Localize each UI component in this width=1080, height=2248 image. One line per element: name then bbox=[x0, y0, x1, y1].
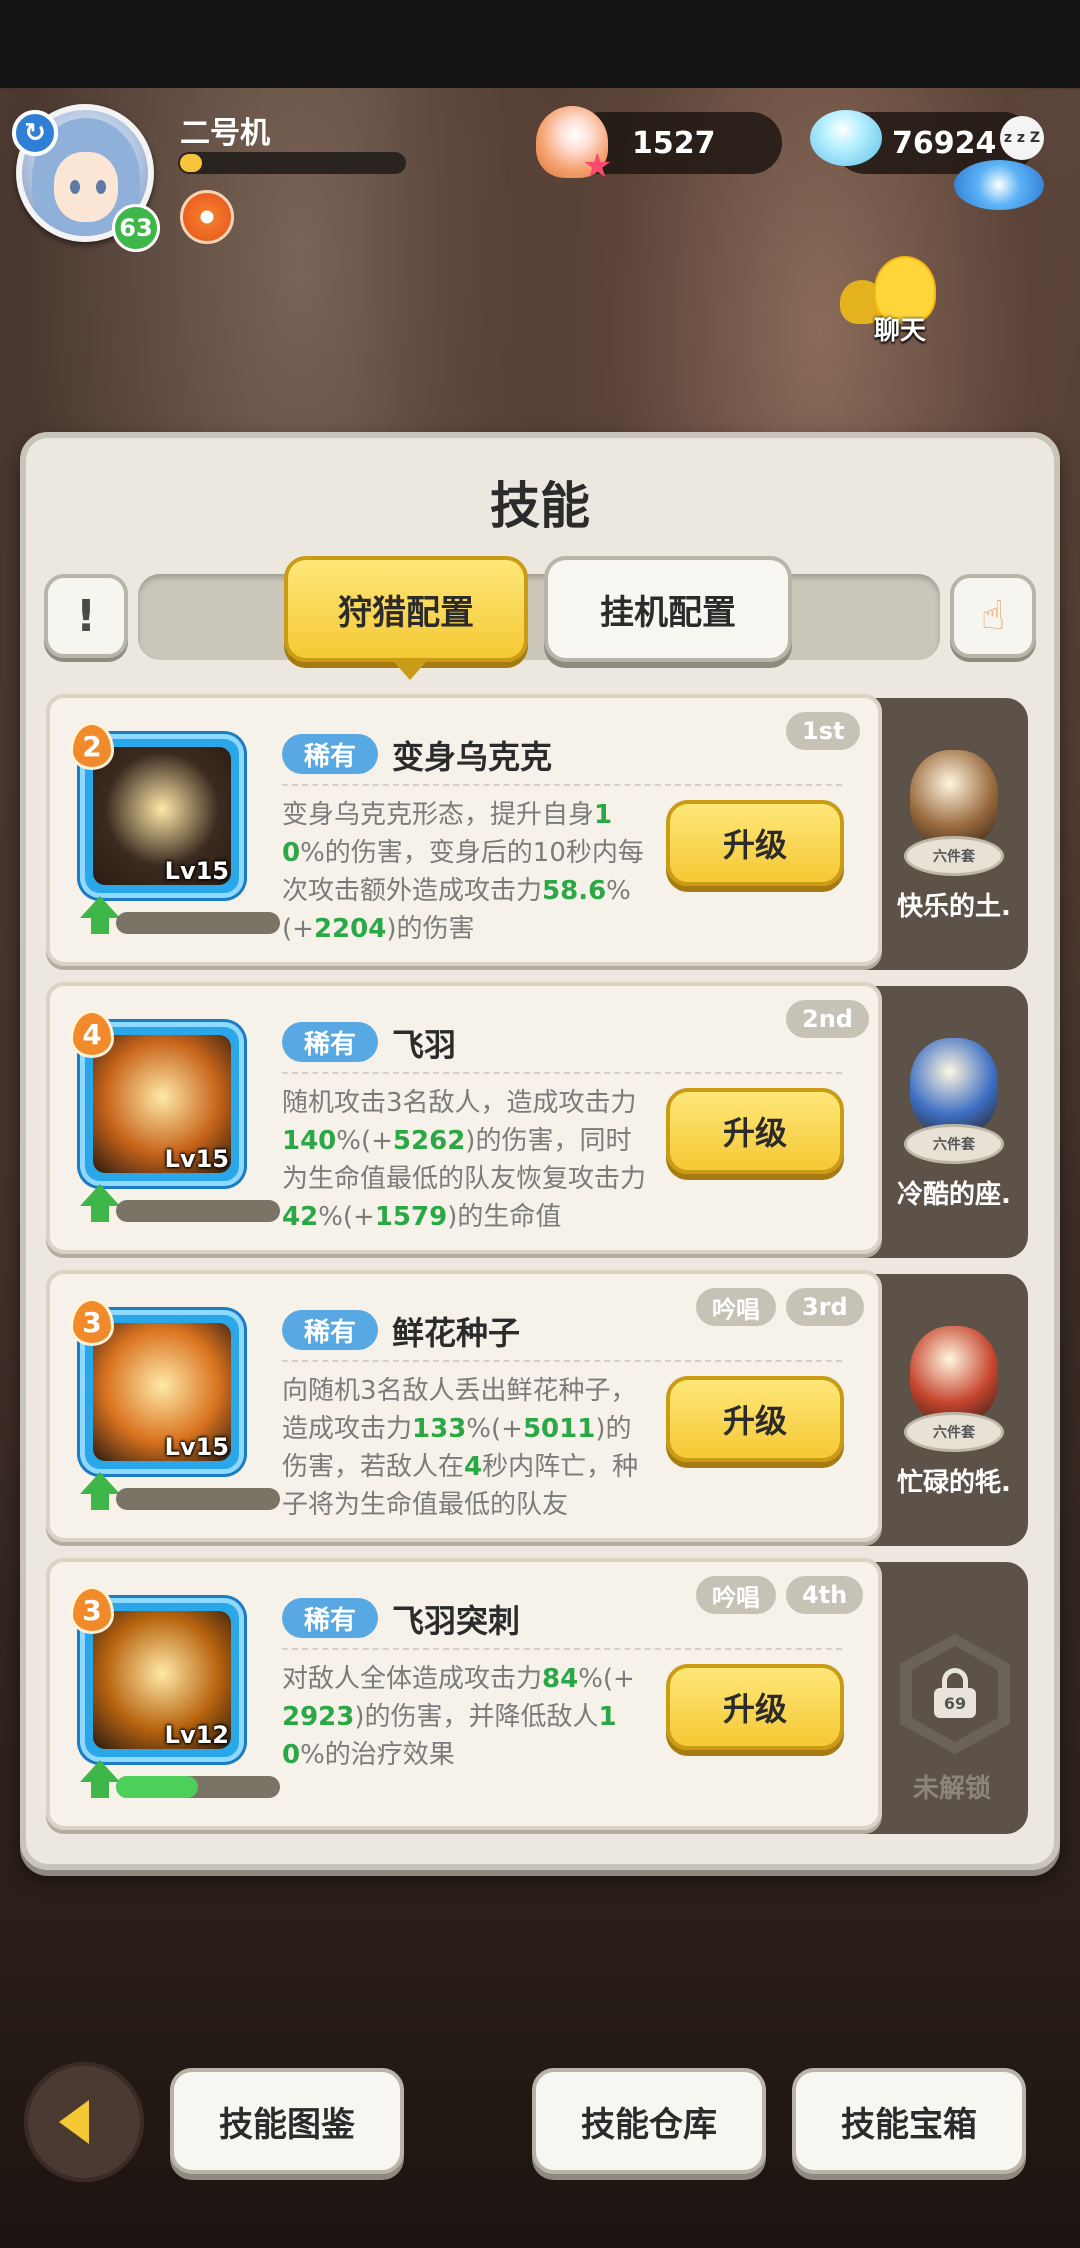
skill-progress-bar bbox=[116, 1776, 280, 1798]
pet-set-label: 六件套 bbox=[904, 836, 1004, 876]
skill-rank: 4th bbox=[786, 1576, 864, 1614]
skill-rank: 1st bbox=[786, 712, 861, 750]
upgrade-arrow-icon bbox=[80, 1184, 120, 1224]
skill-progress-bar bbox=[116, 1488, 280, 1510]
pet-creature bbox=[910, 1326, 998, 1422]
pet-set-label: 六件套 bbox=[904, 1412, 1004, 1452]
skill-slot-badge: 3 bbox=[70, 1586, 114, 1634]
tab-idle-config[interactable]: 挂机配置 bbox=[544, 556, 792, 662]
lock-level: 69 bbox=[934, 1688, 976, 1718]
upgrade-arrow-icon bbox=[80, 896, 120, 936]
skill-progress-bar bbox=[116, 1200, 280, 1222]
rarity-badge: 稀有 bbox=[282, 1598, 378, 1638]
idle-sleep-icon[interactable]: z z Z bbox=[954, 116, 1044, 216]
chat-label: 聊天 bbox=[873, 316, 926, 346]
skill-codex-button[interactable]: 技能图鉴 bbox=[170, 2068, 404, 2174]
title-badge-icon[interactable] bbox=[180, 190, 234, 244]
skill-description: 对敌人全体造成攻击力84%(+2923)的伤害，并降低敌人10%的治疗效果 bbox=[282, 1664, 635, 1770]
skill-slot-badge: 2 bbox=[70, 722, 114, 770]
refresh-icon[interactable]: ↻ bbox=[12, 110, 58, 156]
pet-name: 忙碌的牦. bbox=[897, 1468, 1011, 1498]
upgrade-arrow-icon bbox=[80, 1472, 120, 1512]
xp-bar bbox=[178, 152, 406, 174]
upgrade-arrow-icon bbox=[80, 1760, 120, 1800]
hand-pointer-icon[interactable]: ☝ bbox=[950, 574, 1036, 658]
skill-name: 飞羽突刺 bbox=[392, 1602, 521, 1640]
locked-label: 未解锁 bbox=[912, 1774, 991, 1804]
skill-storage-button[interactable]: 技能仓库 bbox=[532, 2068, 766, 2174]
skill-slot-badge: 4 bbox=[70, 1010, 114, 1058]
status-bar bbox=[0, 0, 1080, 88]
pet-name: 冷酷的座. bbox=[897, 1180, 1011, 1210]
pet-set-label: 六件套 bbox=[904, 1124, 1004, 1164]
skill-rank: 2nd bbox=[786, 1000, 869, 1038]
player-level-badge: 63 bbox=[112, 204, 160, 252]
skill-level: Lv15 bbox=[164, 1433, 229, 1461]
rarity-badge: 稀有 bbox=[282, 734, 378, 774]
locked-pet-slot[interactable]: 69 未解锁 bbox=[882, 1576, 1022, 1804]
skill-level: Lv15 bbox=[164, 1145, 229, 1173]
info-button[interactable]: ! bbox=[44, 574, 128, 658]
skill-level: Lv12 bbox=[164, 1721, 229, 1749]
pet-creature bbox=[910, 750, 998, 846]
upgrade-button[interactable]: 升级 bbox=[666, 1664, 844, 1750]
gem-icon bbox=[810, 110, 882, 166]
upgrade-button[interactable]: 升级 bbox=[666, 1088, 844, 1174]
skill-level: Lv15 bbox=[164, 857, 229, 885]
skill-card: Lv15 4 稀有 飞羽 2nd 随机攻击3名敌人，造成攻击力140%(+526… bbox=[46, 982, 882, 1254]
pet-slot-2[interactable]: 六件套 冷酷的座. bbox=[874, 1012, 1034, 1222]
tab-hunt-config[interactable]: 狩猎配置 bbox=[284, 556, 528, 680]
chant-tag: 吟唱 bbox=[696, 1576, 776, 1614]
lock-icon: 69 bbox=[934, 1668, 976, 1718]
skill-card: Lv15 2 稀有 变身乌克克 1st 变身乌克克形态，提升自身10%的伤害，变… bbox=[46, 694, 882, 966]
back-button[interactable] bbox=[24, 2062, 144, 2182]
tab-track bbox=[138, 574, 940, 660]
shell-amount: 1527 bbox=[632, 125, 716, 161]
skill-description: 随机攻击3名敌人，造成攻击力140%(+5262)的伤害，同时为生命值最低的队友… bbox=[282, 1088, 647, 1232]
pet-creature bbox=[910, 1038, 998, 1134]
skill-description: 变身乌克克形态，提升自身10%的伤害，变身后的10秒内每次攻击额外造成攻击力58… bbox=[282, 800, 644, 944]
pet-name: 快乐的土. bbox=[897, 892, 1011, 922]
skill-card: Lv15 3 稀有 鲜花种子 吟唱 3rd 向随机3名敌人丢出鲜花种子，造成攻击… bbox=[46, 1270, 882, 1542]
upgrade-button[interactable]: 升级 bbox=[666, 800, 844, 886]
player-name: 二号机 bbox=[180, 116, 270, 151]
xp-fill bbox=[180, 154, 203, 172]
rarity-badge: 稀有 bbox=[282, 1022, 378, 1062]
skill-slot-badge: 3 bbox=[70, 1298, 114, 1346]
starfish-icon: ★ bbox=[582, 146, 613, 186]
panel-title: 技能 bbox=[490, 477, 590, 535]
skill-card: Lv12 3 稀有 飞羽突刺 吟唱 4th 对敌人全体造成攻击力84%(+292… bbox=[46, 1558, 882, 1830]
upgrade-button[interactable]: 升级 bbox=[666, 1376, 844, 1462]
pet-slot-3[interactable]: 六件套 忙碌的牦. bbox=[874, 1300, 1034, 1510]
chat-button[interactable]: 聊天 bbox=[840, 256, 960, 346]
skill-description: 向随机3名敌人丢出鲜花种子，造成攻击力133%(+5011)的伤害，若敌人在4秒… bbox=[282, 1376, 639, 1520]
chant-tag: 吟唱 bbox=[696, 1288, 776, 1326]
skill-name: 鲜花种子 bbox=[392, 1314, 521, 1352]
skill-name: 变身乌克克 bbox=[392, 738, 553, 776]
rarity-badge: 稀有 bbox=[282, 1310, 378, 1350]
skill-rank: 3rd bbox=[786, 1288, 864, 1326]
skill-chest-button[interactable]: 技能宝箱 bbox=[792, 2068, 1026, 2174]
back-arrow-icon bbox=[59, 2100, 89, 2144]
skill-progress-bar bbox=[116, 912, 280, 934]
skill-name: 飞羽 bbox=[392, 1026, 457, 1064]
pet-slot-1[interactable]: 六件套 快乐的土. bbox=[874, 724, 1034, 934]
